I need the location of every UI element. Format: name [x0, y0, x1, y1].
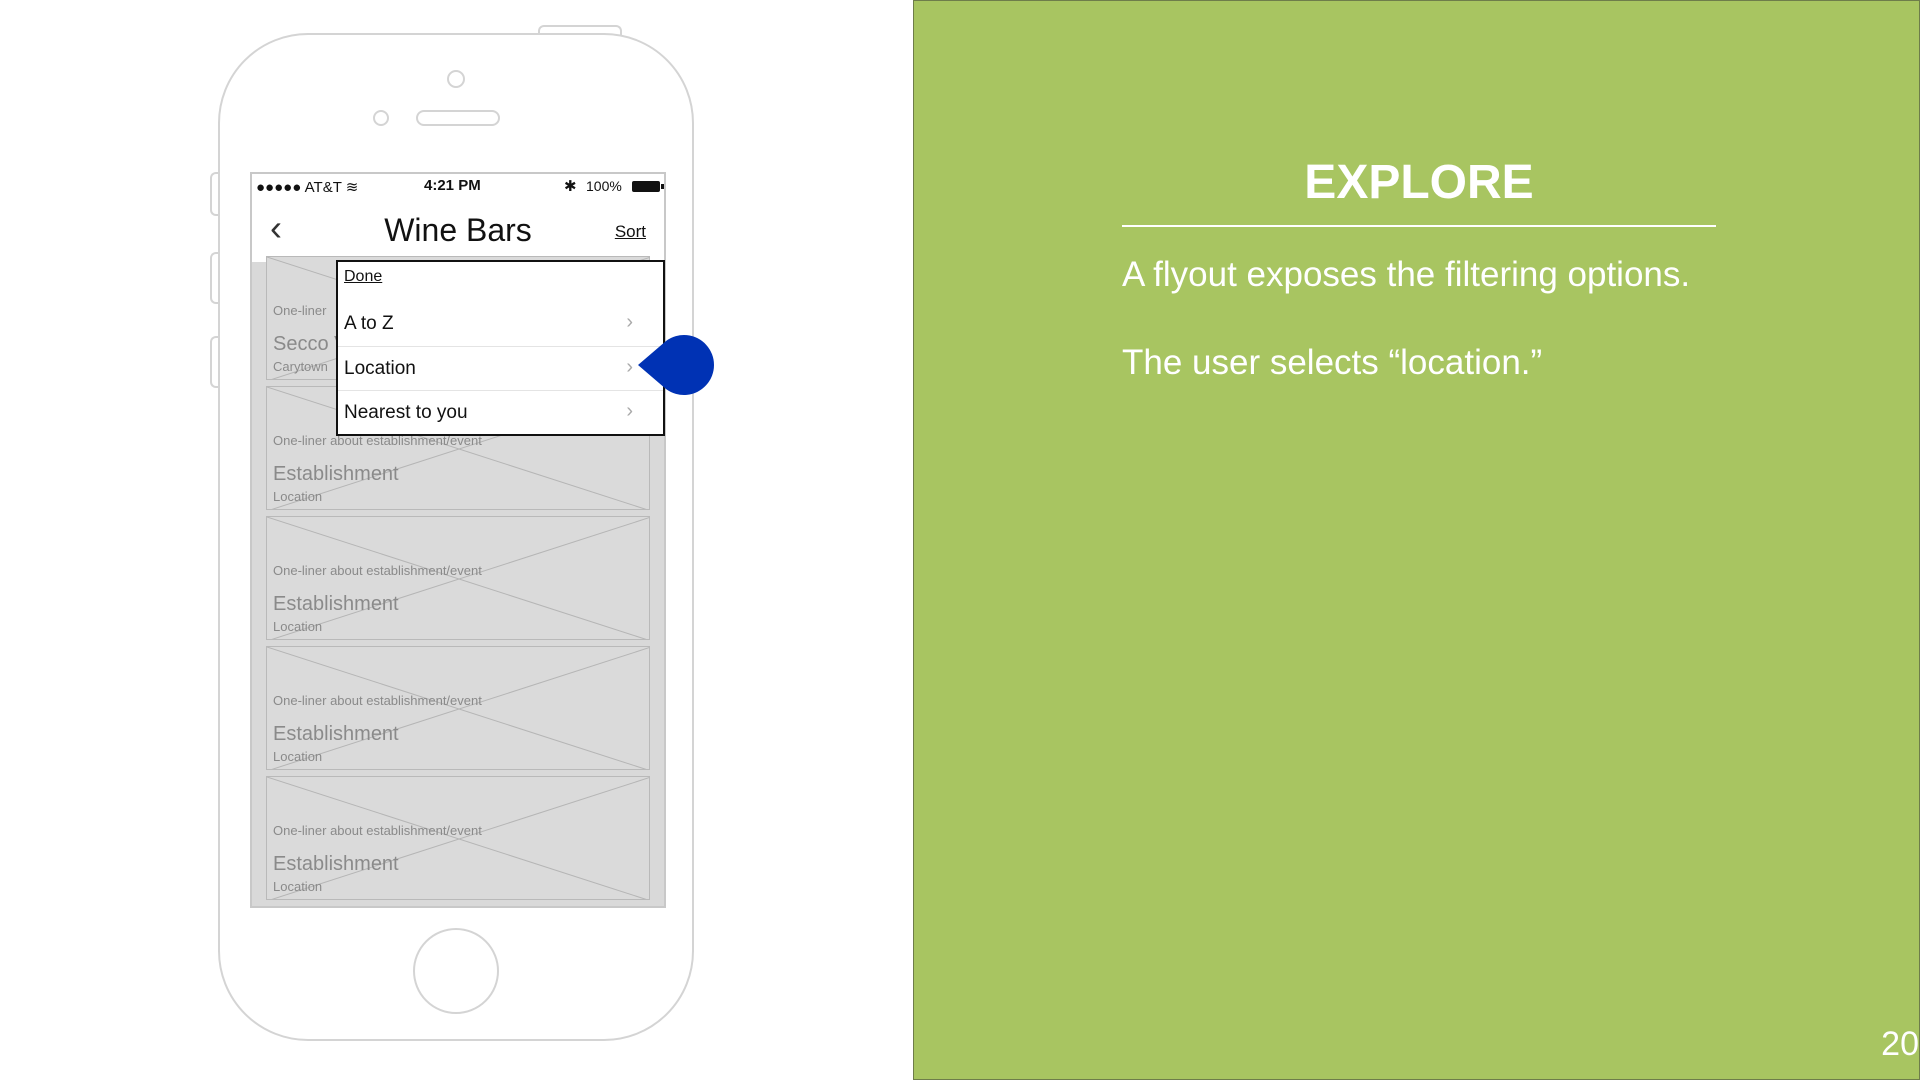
card-oneliner: One-liner: [273, 303, 327, 318]
status-bar: ●●●●● AT&T ≋ 4:21 PM ✱ 100%: [252, 174, 664, 198]
touch-indicator-icon: [638, 335, 714, 395]
image-placeholder-icon: [267, 517, 649, 639]
card-title: Establishment: [273, 853, 399, 875]
card-location: Location: [273, 749, 323, 764]
flyout-item-label: A to Z: [344, 313, 394, 334]
page-title: Wine Bars: [384, 212, 532, 248]
flyout-item-a-to-z[interactable]: A to Z ›: [338, 302, 663, 346]
chevron-right-icon: ›: [626, 356, 633, 378]
list-item[interactable]: One-liner about establishment/event Esta…: [266, 776, 650, 900]
sort-flyout: Done A to Z › Location › Nearest to you …: [336, 260, 665, 436]
flyout-item-nearest[interactable]: Nearest to you ›: [338, 390, 663, 434]
card-location: Location: [273, 619, 323, 634]
done-button[interactable]: Done: [344, 268, 382, 286]
card-oneliner: One-liner about establishment/event: [273, 823, 482, 838]
flyout-item-label: Nearest to you: [344, 402, 468, 423]
description-line-2: The user selects “location.”: [1122, 343, 1543, 382]
nav-bar: ‹ Wine Bars Sort: [252, 198, 664, 262]
panel-heading: EXPLORE: [1304, 156, 1534, 209]
flyout-item-location[interactable]: Location ›: [338, 346, 663, 390]
description-panel: EXPLORE A flyout exposes the filtering o…: [913, 0, 1920, 1080]
card-title: Establishment: [273, 593, 399, 615]
battery-icon: [632, 181, 664, 192]
card-oneliner: One-liner about establishment/event: [273, 693, 482, 708]
battery-percent: 100%: [586, 178, 622, 194]
card-oneliner: One-liner about establishment/event: [273, 563, 482, 578]
chevron-right-icon: ›: [626, 400, 633, 422]
page-number: 20: [1881, 1025, 1919, 1063]
list-item[interactable]: One-liner about establishment/event Esta…: [266, 516, 650, 640]
heading-divider: [1122, 225, 1716, 227]
flyout-item-label: Location: [344, 358, 416, 379]
image-placeholder-icon: [267, 647, 649, 769]
list-item[interactable]: One-liner about establishment/event Esta…: [266, 646, 650, 770]
home-button[interactable]: [413, 928, 499, 1014]
camera-icon: [447, 70, 465, 88]
description-line-1: A flyout exposes the filtering options.: [1122, 255, 1691, 294]
sensor-icon: [373, 110, 389, 126]
status-time: 4:21 PM: [424, 177, 481, 194]
card-title: Establishment: [273, 463, 399, 485]
card-title: Establishment: [273, 723, 399, 745]
sort-button[interactable]: Sort: [615, 222, 646, 242]
speaker-grille: [416, 110, 500, 126]
bluetooth-icon: ✱: [564, 178, 577, 195]
carrier-signal: ●●●●● AT&T ≋: [256, 179, 359, 196]
card-location: Location: [273, 879, 323, 894]
card-location: Location: [273, 489, 323, 504]
card-location: Carytown: [273, 359, 328, 374]
chevron-right-icon: ›: [626, 311, 633, 333]
image-placeholder-icon: [267, 777, 649, 899]
